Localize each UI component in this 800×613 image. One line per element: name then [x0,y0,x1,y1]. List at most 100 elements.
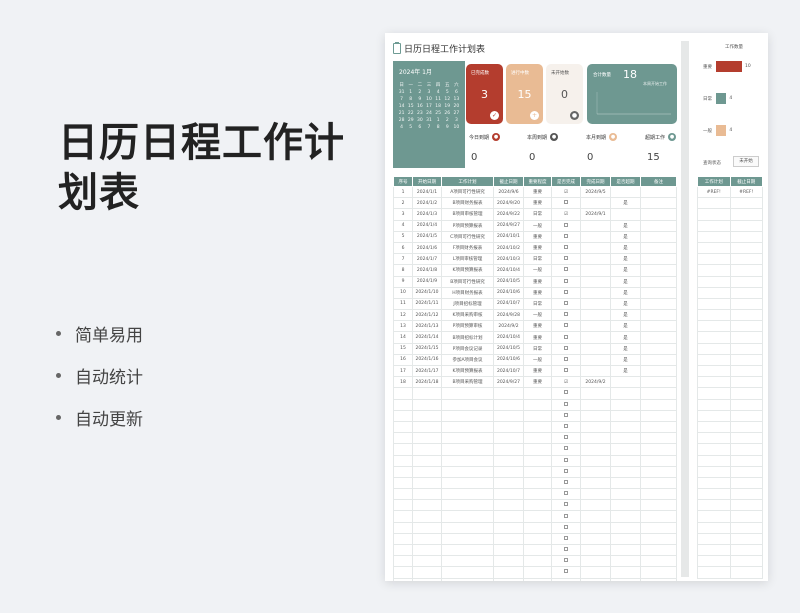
checkbox-icon[interactable] [564,200,568,205]
empty-cell[interactable] [551,566,581,579]
checkbox-icon[interactable] [564,245,568,250]
calendar-day[interactable]: 2 [443,118,452,123]
checkbox-icon[interactable] [564,323,568,328]
calendar-day[interactable]: 3 [452,118,461,123]
calendar-day[interactable]: 9 [443,125,452,130]
calendar-day[interactable]: 10 [452,125,461,130]
checkbox-icon[interactable] [564,535,568,540]
calendar-day[interactable]: 5 [443,90,452,95]
table-cell[interactable] [551,286,581,299]
calendar-day[interactable]: 5 [406,125,415,130]
checkbox-icon[interactable] [564,334,568,339]
calendar-day[interactable]: 24 [424,111,433,116]
checkbox-icon[interactable] [564,502,568,507]
checkbox-icon[interactable] [564,547,568,552]
table-cell[interactable] [551,353,581,367]
calendar-day[interactable]: 1 [406,90,415,95]
checkbox-icon[interactable] [564,424,568,429]
calendar-day[interactable]: 15 [406,104,415,109]
checkbox-icon[interactable] [564,446,568,451]
empty-cell[interactable] [551,443,581,456]
calendar-day[interactable]: 14 [397,104,406,109]
checked-checkbox-icon[interactable]: ☑ [551,185,581,199]
calendar-day[interactable]: 7 [424,125,433,130]
table-cell[interactable] [551,241,581,255]
calendar-day[interactable]: 22 [406,111,415,116]
calendar-day[interactable]: 26 [443,111,452,116]
calendar-day[interactable]: 12 [443,97,452,102]
calendar-day[interactable]: 13 [452,97,461,102]
calendar-day[interactable]: 20 [452,104,461,109]
calendar-day[interactable]: 16 [415,104,424,109]
checkbox-icon[interactable] [564,222,568,227]
empty-cell[interactable] [551,420,581,434]
checkbox-icon[interactable] [564,457,568,462]
query-status-select[interactable]: 未开始 [733,156,759,167]
checkbox-icon[interactable] [564,233,568,238]
empty-cell[interactable] [551,555,581,568]
table-cell[interactable] [551,342,581,355]
calendar-day[interactable]: 6 [415,125,424,130]
table-cell[interactable] [551,297,581,311]
checkbox-icon[interactable] [564,278,568,283]
table-cell[interactable] [551,197,581,210]
table-cell[interactable] [551,219,581,232]
calendar-day[interactable]: 27 [452,111,461,116]
empty-cell[interactable] [551,398,581,411]
empty-cell[interactable] [551,409,581,422]
calendar-day[interactable]: 2 [415,90,424,95]
checkbox-icon[interactable] [564,345,568,350]
calendar-day[interactable]: 7 [397,97,406,102]
empty-cell[interactable] [551,543,581,557]
calendar-day[interactable]: 18 [434,104,443,109]
calendar-day[interactable]: 6 [452,90,461,95]
empty-cell[interactable] [551,521,581,534]
calendar-day[interactable]: 4 [397,125,406,130]
calendar-day[interactable]: 11 [434,97,443,102]
empty-cell[interactable] [551,387,581,400]
empty-cell[interactable] [551,532,581,546]
empty-cell[interactable] [551,465,581,478]
checked-checkbox-icon[interactable]: ☑ [551,376,581,389]
table-cell[interactable] [551,264,581,277]
calendar-day[interactable]: 19 [443,104,452,109]
calendar-day[interactable]: 10 [424,97,433,102]
table-cell[interactable] [551,275,581,288]
checkbox-icon[interactable] [564,435,568,440]
calendar-day[interactable]: 4 [434,90,443,95]
checkbox-icon[interactable] [564,390,568,395]
checkbox-icon[interactable] [564,267,568,272]
checked-checkbox-icon[interactable]: ☑ [551,208,581,221]
table-cell[interactable] [551,230,581,243]
calendar-day[interactable]: 31 [397,90,406,95]
empty-cell[interactable] [551,454,581,467]
table-cell[interactable] [551,364,581,378]
calendar-day[interactable]: 30 [415,118,424,123]
calendar-day[interactable]: 8 [406,97,415,102]
checkbox-icon[interactable] [564,401,568,406]
checkbox-icon[interactable] [564,479,568,484]
checkbox-icon[interactable] [564,256,568,261]
checkbox-icon[interactable] [564,558,568,563]
table-cell[interactable] [551,331,581,344]
empty-cell[interactable] [551,488,581,501]
empty-cell[interactable] [551,432,581,445]
table-cell[interactable] [551,309,581,322]
checkbox-icon[interactable] [564,368,568,373]
checkbox-icon[interactable] [564,491,568,496]
empty-cell[interactable] [551,510,581,523]
calendar-day[interactable]: 23 [415,111,424,116]
table-cell[interactable] [551,320,581,333]
calendar-day[interactable]: 9 [415,97,424,102]
calendar-day[interactable]: 28 [397,118,406,123]
checkbox-icon[interactable] [564,300,568,305]
calendar-day[interactable]: 3 [424,90,433,95]
checkbox-icon[interactable] [564,569,568,574]
calendar-day[interactable]: 8 [434,125,443,130]
calendar-day[interactable]: 17 [424,104,433,109]
checkbox-icon[interactable] [564,468,568,473]
empty-cell[interactable] [551,476,581,490]
checkbox-icon[interactable] [564,356,568,361]
empty-cell[interactable] [551,577,581,581]
calendar-day[interactable]: 29 [406,118,415,123]
